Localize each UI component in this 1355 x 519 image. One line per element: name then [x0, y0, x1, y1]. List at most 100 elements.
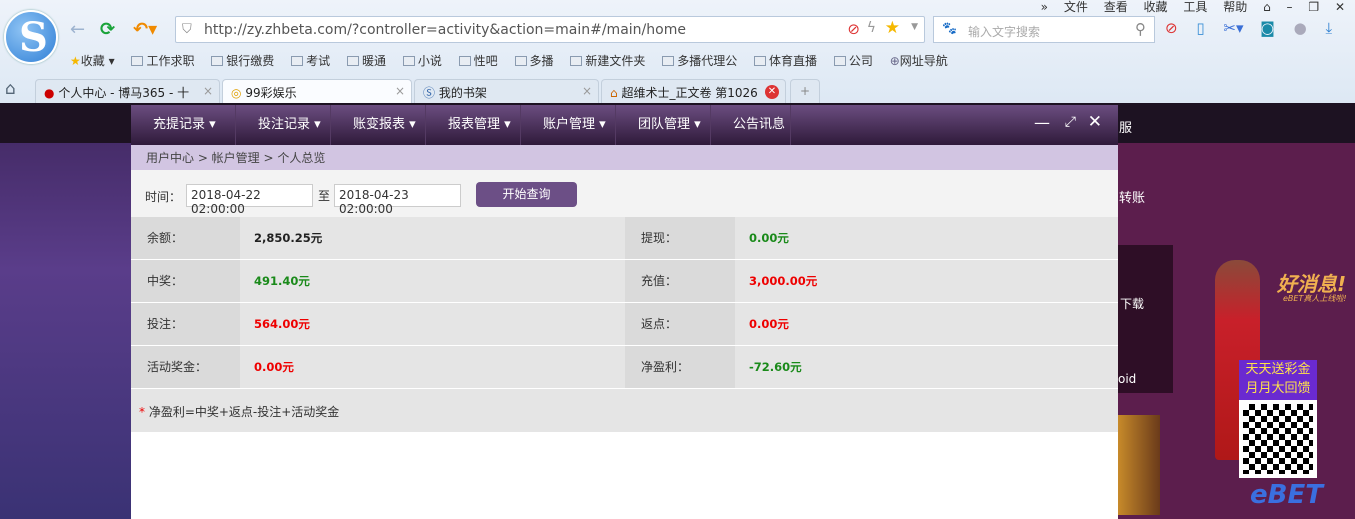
bookmark-folder[interactable]: 性吧	[458, 54, 498, 68]
folder-icon	[402, 56, 415, 66]
minimize-icon[interactable]: –	[1287, 0, 1293, 14]
end-date-input[interactable]: 2018-04-23 02:00:00	[334, 184, 461, 216]
breadcrumb: 用户中心 > 帐户管理 > 个人总览	[131, 145, 1118, 170]
bets-label: 投注：	[131, 303, 240, 345]
bookmarks-bar: ★收藏 ▾ 工作求职 银行缴费 考试 暖通 小说 性吧 多播 新建文件夹 多播代…	[70, 52, 961, 69]
menu-favorites[interactable]: 收藏	[1144, 0, 1168, 14]
to-label: 至	[318, 189, 331, 203]
folder-icon	[131, 56, 144, 66]
nav-deposit-withdraw-records[interactable]: 充提记录 ▾	[131, 105, 236, 145]
download-tile[interactable]: 下载	[1118, 245, 1173, 320]
bets-value: 564.00元	[254, 317, 310, 331]
dialog-nav: 充提记录 ▾ 投注记录 ▾ 账变报表 ▾ 报表管理 ▾ 账户管理 ▾ 团队管理 …	[131, 105, 1118, 145]
bonus-label: 活动奖金：	[131, 346, 240, 388]
nav-account-management[interactable]: 账户管理 ▾	[521, 105, 616, 145]
bookmark-nav[interactable]: ⊕网址导航	[890, 54, 948, 68]
nav-team-management[interactable]: 团队管理 ▾	[616, 105, 711, 145]
note-text: 净盈利=中奖+返点-投注+活动奖金	[145, 405, 340, 419]
close-tab-icon[interactable]: ×	[582, 84, 592, 98]
nav-account-change-report[interactable]: 账变报表 ▾	[331, 105, 426, 145]
withdrawal-value: 0.00元	[749, 231, 789, 245]
tab-label: 99彩娱乐	[245, 86, 297, 100]
url-text[interactable]: http://zy.zhbeta.com/?controller=activit…	[204, 22, 686, 38]
adblock-icon[interactable]: ⊘	[847, 20, 860, 38]
bookmark-label: 考试	[306, 54, 331, 68]
close-tab-icon[interactable]: ×	[203, 84, 213, 98]
start-date-input[interactable]: 2018-04-22 02:00:00	[186, 184, 313, 216]
bookmark-label: 多播代理公	[677, 54, 738, 68]
tab-bookshelf[interactable]: Ⓢ 我的书架 ×	[414, 79, 599, 103]
bookmark-folder[interactable]: 暖通	[346, 54, 386, 68]
zoom-icon[interactable]: ◙	[1260, 19, 1275, 37]
nav-report-management[interactable]: 报表管理 ▾	[426, 105, 521, 145]
refresh-icon[interactable]: ⟳	[100, 19, 115, 40]
download-icon[interactable]: ⤓	[1326, 19, 1333, 37]
bookmark-label: 多播	[529, 54, 554, 68]
menu-more[interactable]: »	[1041, 0, 1048, 14]
winnings-label: 中奖：	[131, 260, 240, 302]
android-tile[interactable]: oid	[1118, 320, 1173, 393]
restore-icon[interactable]: ❐	[1308, 0, 1319, 14]
nav-announcements[interactable]: 公告讯息	[711, 105, 791, 145]
tab-personal-center[interactable]: ● 个人中心 - 博马365 - 十 ×	[35, 79, 220, 103]
close-icon[interactable]: ✕	[1335, 0, 1345, 14]
bookmark-folder[interactable]: 公司	[833, 54, 873, 68]
bookmark-folder[interactable]: 银行缴费	[211, 54, 274, 68]
bookmark-folder[interactable]: 工作求职	[131, 54, 194, 68]
back-icon[interactable]: ←	[70, 19, 85, 40]
skin-icon[interactable]: ⌂	[1263, 0, 1271, 14]
bookmark-favorites[interactable]: ★收藏 ▾	[70, 54, 115, 68]
address-bar[interactable]: ⛉ http://zy.zhbeta.com/?controller=activ…	[175, 16, 925, 43]
bookmark-folder[interactable]: 考试	[291, 54, 330, 68]
maximize-icon[interactable]: ⤢	[1065, 114, 1076, 130]
game-banner-image[interactable]	[1118, 415, 1160, 515]
sogou-browser-logo-icon[interactable]: S	[4, 10, 58, 64]
bookmark-folder[interactable]: 体育直播	[754, 54, 817, 68]
search-input[interactable]: 🐾 输入文字搜索 ⚲	[933, 16, 1155, 43]
ad-promo-box: 天天送彩金 月月大回馈	[1239, 360, 1317, 400]
more-icon[interactable]: ●	[1294, 19, 1307, 37]
menu-file[interactable]: 文件	[1064, 0, 1088, 14]
chevron-down-icon[interactable]: ▼	[911, 22, 918, 32]
scissors-icon[interactable]: ✂▾	[1223, 19, 1243, 37]
close-icon[interactable]: ✕	[1088, 112, 1102, 132]
search-icon[interactable]: ⚲	[1135, 20, 1146, 38]
menu-help[interactable]: 帮助	[1223, 0, 1247, 14]
bookmark-label: 公司	[848, 54, 873, 68]
bookmark-label: 体育直播	[769, 54, 818, 68]
shield-icon: ⛉	[182, 22, 192, 37]
adblock-icon[interactable]: ⊘	[1165, 19, 1178, 37]
nav-bet-records[interactable]: 投注记录 ▾	[236, 105, 331, 145]
folder-icon	[291, 56, 304, 66]
folder-icon	[570, 56, 583, 66]
close-tab-icon[interactable]: ✕	[765, 85, 779, 99]
bookmark-folder[interactable]: 多播代理公	[662, 54, 737, 68]
undo-icon[interactable]: ↶▾	[133, 19, 157, 40]
customer-service-link[interactable]: 服	[1119, 117, 1132, 136]
star-icon: ★	[70, 54, 81, 68]
tab-novel[interactable]: ⌂ 超维术士_正文卷 第1026 ✕	[601, 79, 786, 103]
bookmark-label: 小说	[417, 54, 442, 68]
new-tab-button[interactable]: +	[790, 79, 820, 103]
bookmark-folder[interactable]: 小说	[402, 54, 442, 68]
start-query-button[interactable]: 开始查询	[476, 182, 577, 207]
tab-99-lottery[interactable]: ◎ 99彩娱乐 ×	[222, 79, 412, 103]
minimize-icon[interactable]: —	[1034, 113, 1050, 132]
bookmark-folder[interactable]: 多播	[514, 54, 554, 68]
bookmark-folder[interactable]: 新建文件夹	[570, 54, 645, 68]
balance-label: 余额：	[131, 217, 240, 259]
menu-view[interactable]: 查看	[1104, 0, 1128, 14]
folder-icon	[754, 56, 767, 66]
ebet-ad-banner[interactable]: 好消息! eBET真人上线啦! 天天送彩金 月月大回馈 eBET	[1195, 250, 1355, 515]
menu-bar: » 文件 查看 收藏 工具 帮助 ⌂ – ❐ ✕	[1029, 0, 1345, 15]
phone-icon[interactable]: ▯	[1196, 19, 1204, 37]
star-icon[interactable]: ★	[885, 18, 900, 38]
home-icon[interactable]: ⌂	[5, 79, 16, 99]
rebate-label: 返点：	[625, 303, 735, 345]
transfer-link[interactable]: 转账	[1119, 187, 1145, 206]
lightning-icon[interactable]: ϟ	[867, 20, 876, 36]
bookmark-label: 新建文件夹	[585, 54, 646, 68]
menu-tools[interactable]: 工具	[1183, 0, 1207, 14]
qr-code-image	[1239, 400, 1317, 478]
close-tab-icon[interactable]: ×	[395, 84, 405, 98]
